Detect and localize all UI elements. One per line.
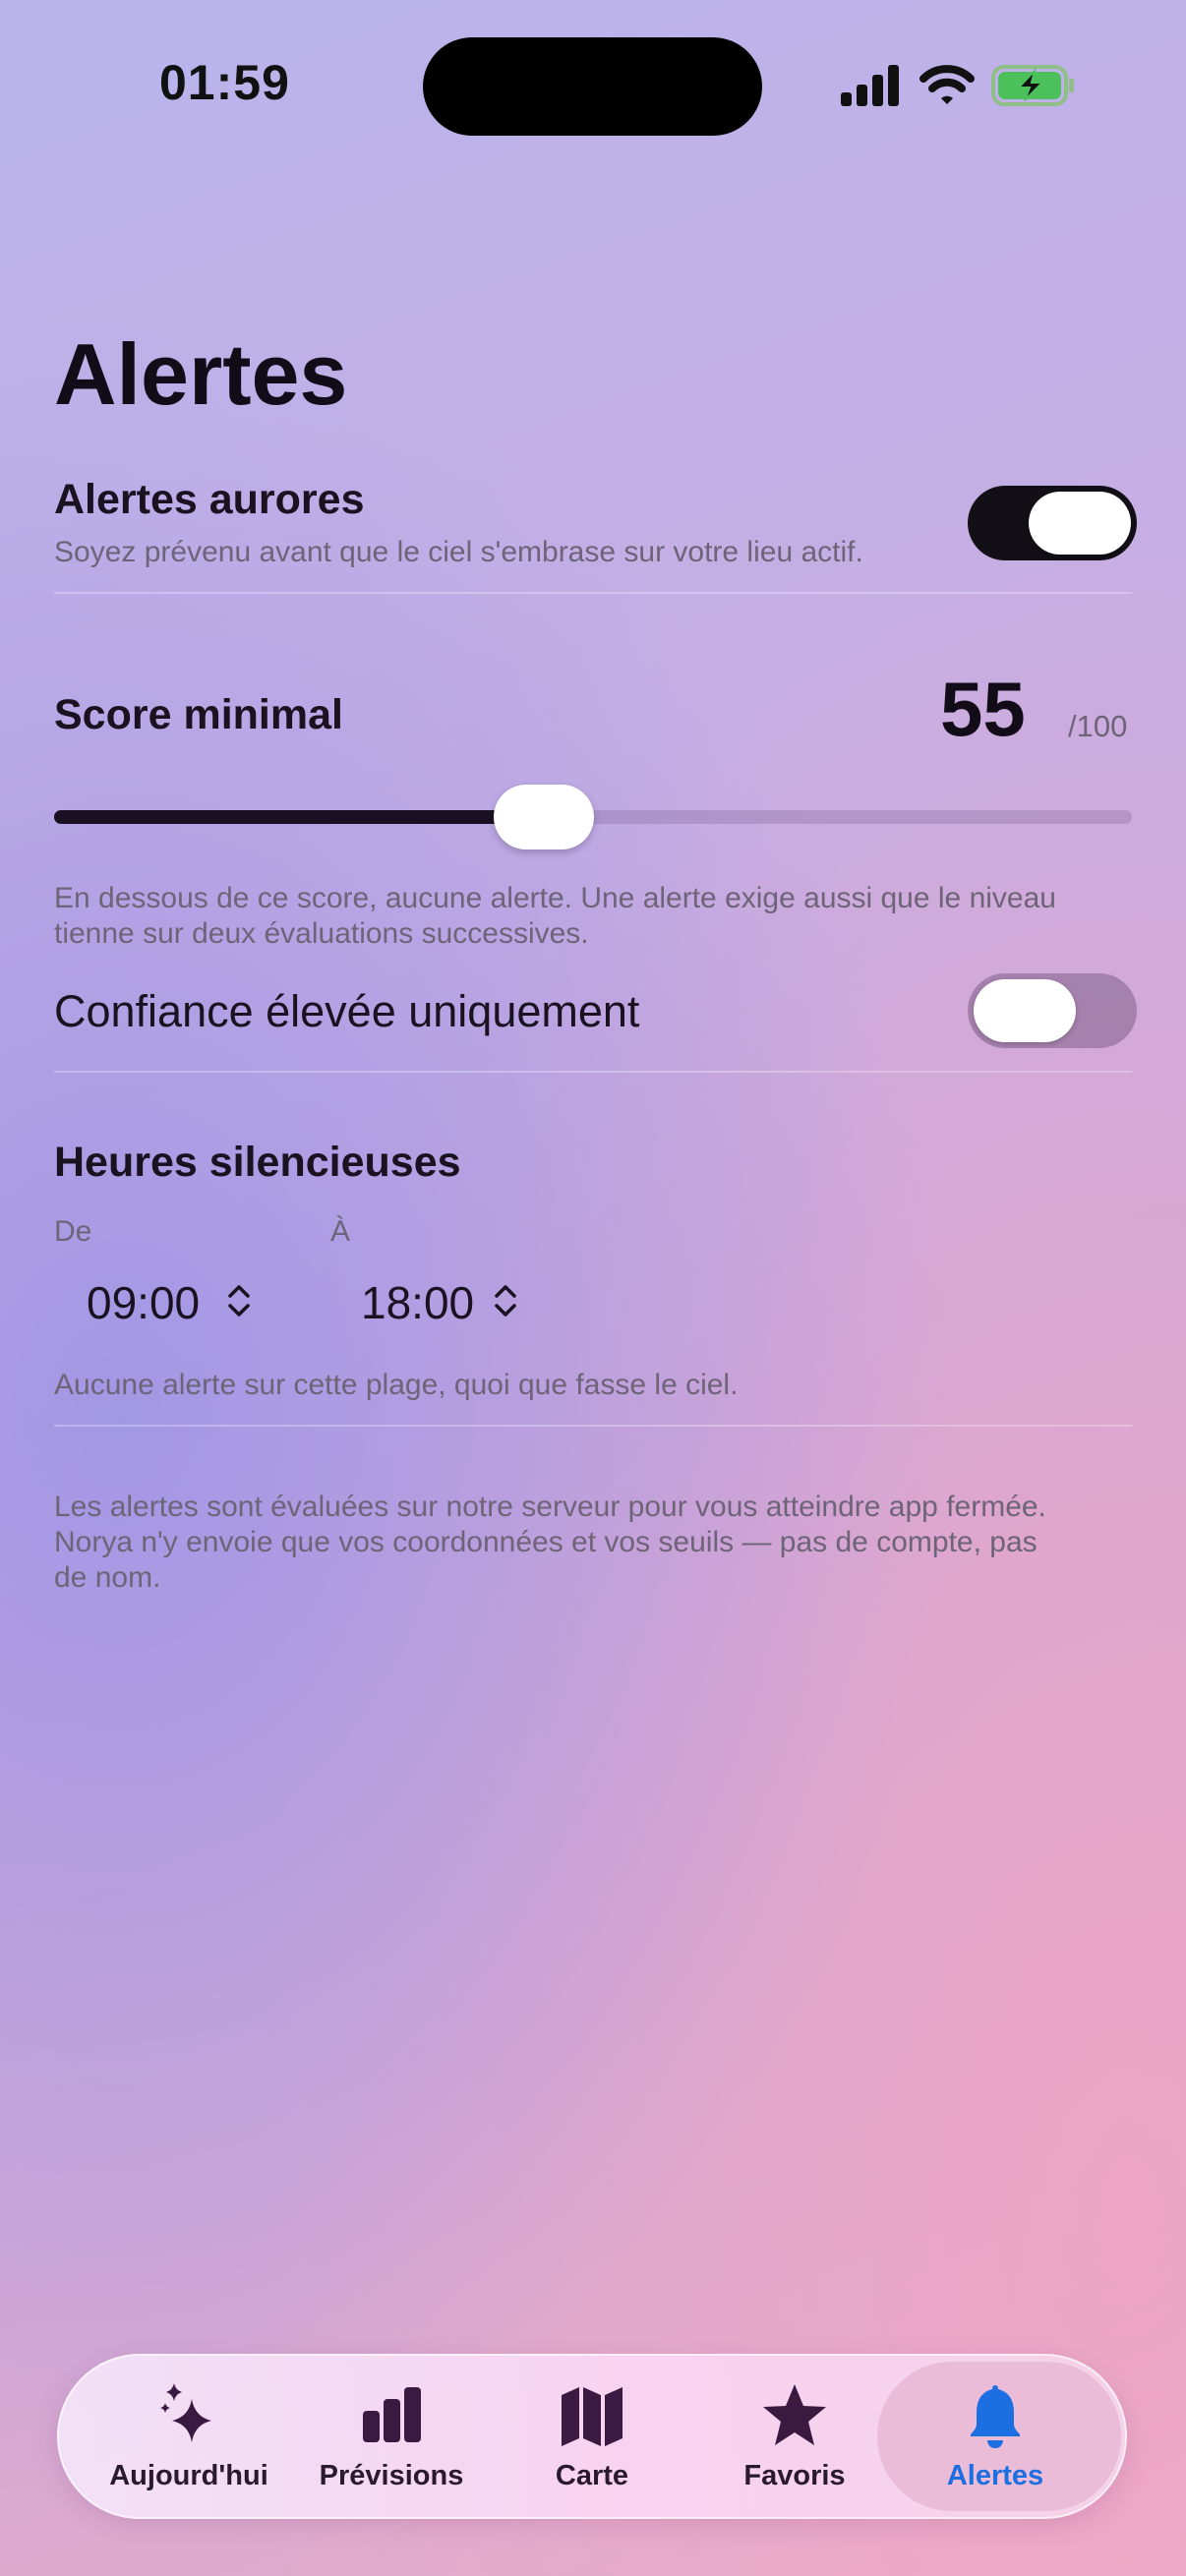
from-time-value: 09:00 [87, 1277, 201, 1328]
status-time: 01:59 [159, 55, 290, 110]
wifi-icon [919, 65, 975, 104]
quiet-hours-from-label: De [54, 1215, 92, 1248]
aurora-alerts-subtitle: Soyez prévenu avant que le ciel s'embras… [54, 536, 863, 568]
bar-chart-icon [363, 2387, 421, 2442]
tab-favoris[interactable]: Favoris [696, 2354, 893, 2519]
map-icon [562, 2387, 623, 2446]
tab-label: Prévisions [319, 2460, 464, 2491]
divider [54, 1425, 1132, 1427]
quiet-hours-to-picker[interactable]: 18:00 [361, 1276, 516, 1328]
min-score-value: 55 [940, 666, 1026, 752]
to-time-value: 18:00 [361, 1277, 475, 1328]
tab-label: Carte [555, 2460, 629, 2491]
tab-label: Aujourd'hui [109, 2460, 268, 2491]
aurora-alerts-title: Alertes aurores [54, 476, 365, 523]
chevron-up-down-icon [228, 1285, 250, 1317]
cellular-signal-icon [841, 65, 899, 106]
tab-carte[interactable]: Carte [494, 2354, 690, 2519]
quiet-hours-title: Heures silencieuses [54, 1139, 461, 1186]
star-icon [763, 2384, 826, 2445]
toggle-knob [974, 979, 1076, 1042]
tab-alertes[interactable]: Alertes [897, 2354, 1094, 2519]
tab-aujourdhui[interactable]: Aujourd'hui [90, 2354, 287, 2519]
divider [54, 1071, 1132, 1073]
min-score-slider-thumb[interactable] [494, 785, 595, 849]
chevron-up-down-icon [495, 1285, 516, 1317]
tab-label: Alertes [946, 2460, 1044, 2491]
quiet-hours-help: Aucune alerte sur cette plage, quoi que … [54, 1369, 739, 1401]
tab-label: Favoris [743, 2460, 846, 2491]
min-score-max: /100 [1068, 709, 1128, 743]
page-title: Alertes [54, 325, 348, 423]
sparkles-icon [160, 2383, 211, 2442]
quiet-hours-to-label: À [330, 1215, 351, 1248]
divider [54, 592, 1132, 594]
toggle-knob [1029, 492, 1131, 555]
server-info-note: Les alertes sont évaluées sur notre serv… [54, 1491, 1046, 1594]
battery-charging-icon [991, 65, 1074, 106]
min-score-title: Score minimal [54, 691, 343, 738]
tab-previsions[interactable]: Prévisions [293, 2354, 490, 2519]
aurora-alerts-toggle[interactable] [968, 486, 1137, 560]
quiet-hours-from-picker[interactable]: 09:00 [87, 1276, 250, 1328]
min-score-slider-fill [54, 810, 545, 824]
high-confidence-label: Confiance élevée uniquement [54, 986, 640, 1036]
dynamic-island [423, 37, 762, 136]
min-score-help: En dessous de ce score, aucune alerte. U… [54, 882, 1056, 950]
high-confidence-toggle[interactable] [968, 973, 1137, 1048]
bell-icon [971, 2385, 1020, 2448]
